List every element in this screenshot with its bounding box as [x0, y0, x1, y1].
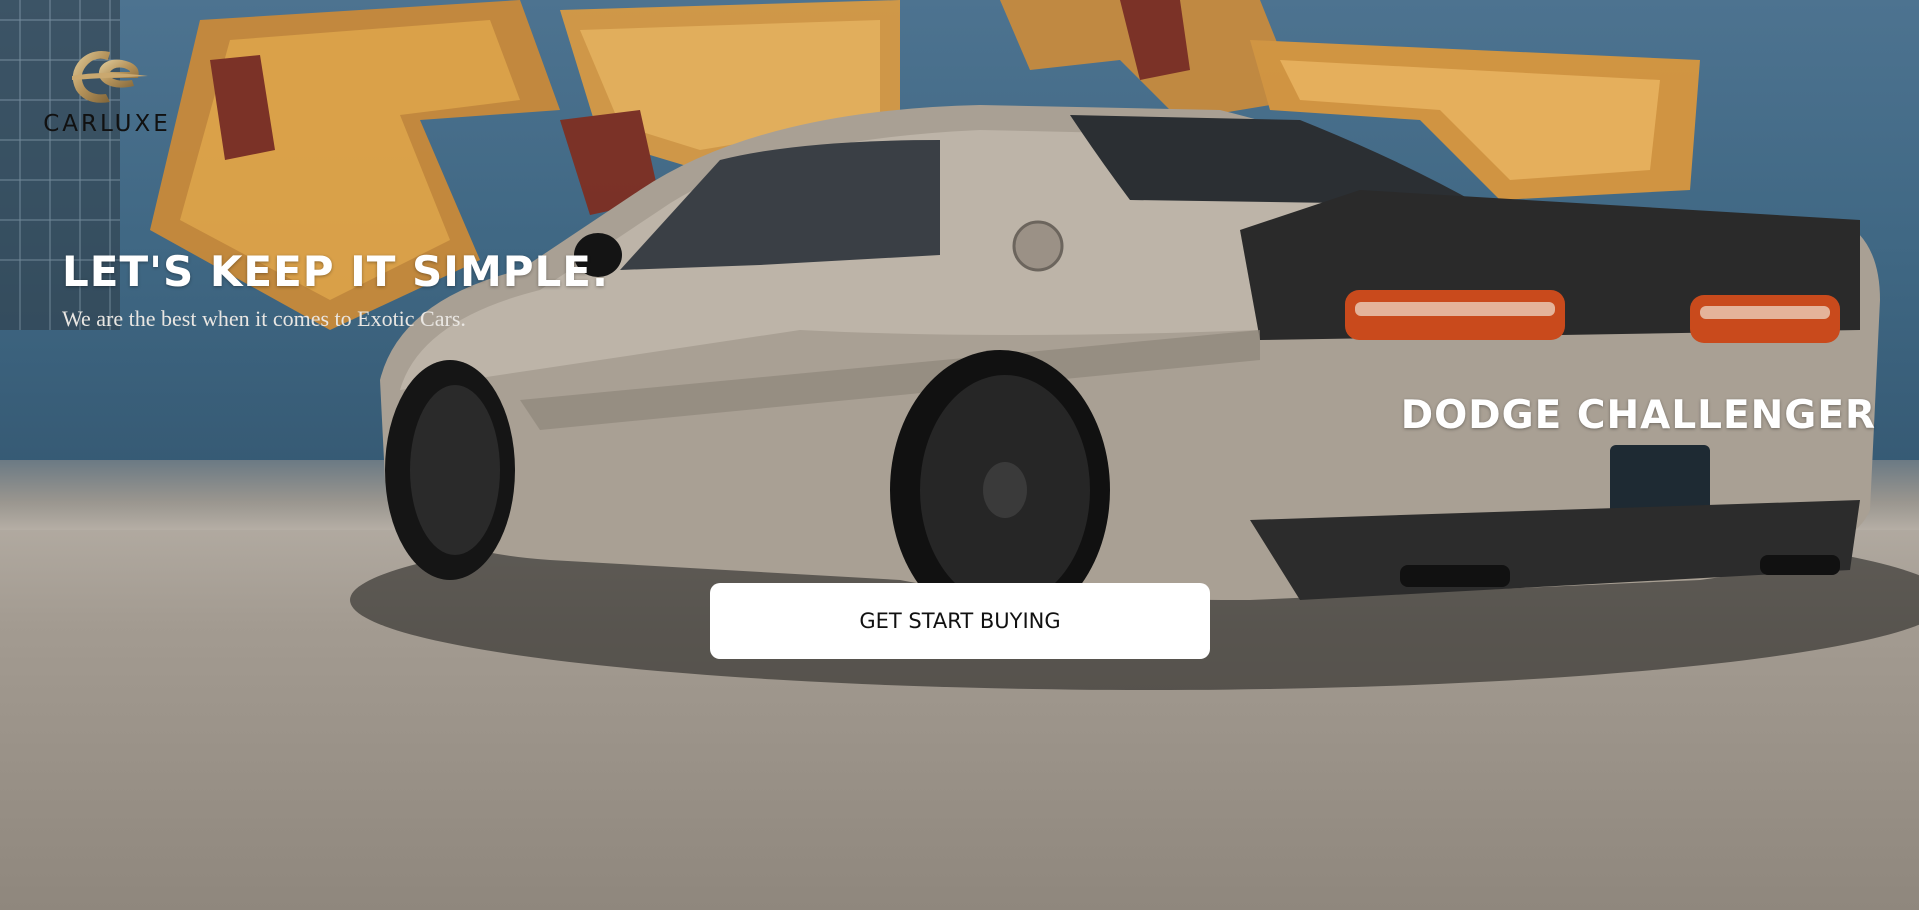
logo-wordmark: CARLUXE — [43, 111, 171, 137]
fuel-cap — [1012, 220, 1064, 272]
hero-subheadline: We are the best when it comes to Exotic … — [62, 306, 466, 331]
hero-car-photo — [0, 0, 1919, 690]
featured-model-name: DODGE CHALLENGER — [1400, 393, 1876, 438]
carluxe-logo[interactable]: CARLUXE — [36, 46, 178, 142]
carluxe-monogram-icon — [72, 51, 148, 103]
hero-section: CARLUXE LET'S KEEP IT SIMPLE. We are the… — [0, 0, 1919, 910]
get-start-buying-button[interactable]: GET START BUYING — [710, 583, 1210, 659]
hero-headline: LET'S KEEP IT SIMPLE. — [62, 247, 609, 296]
